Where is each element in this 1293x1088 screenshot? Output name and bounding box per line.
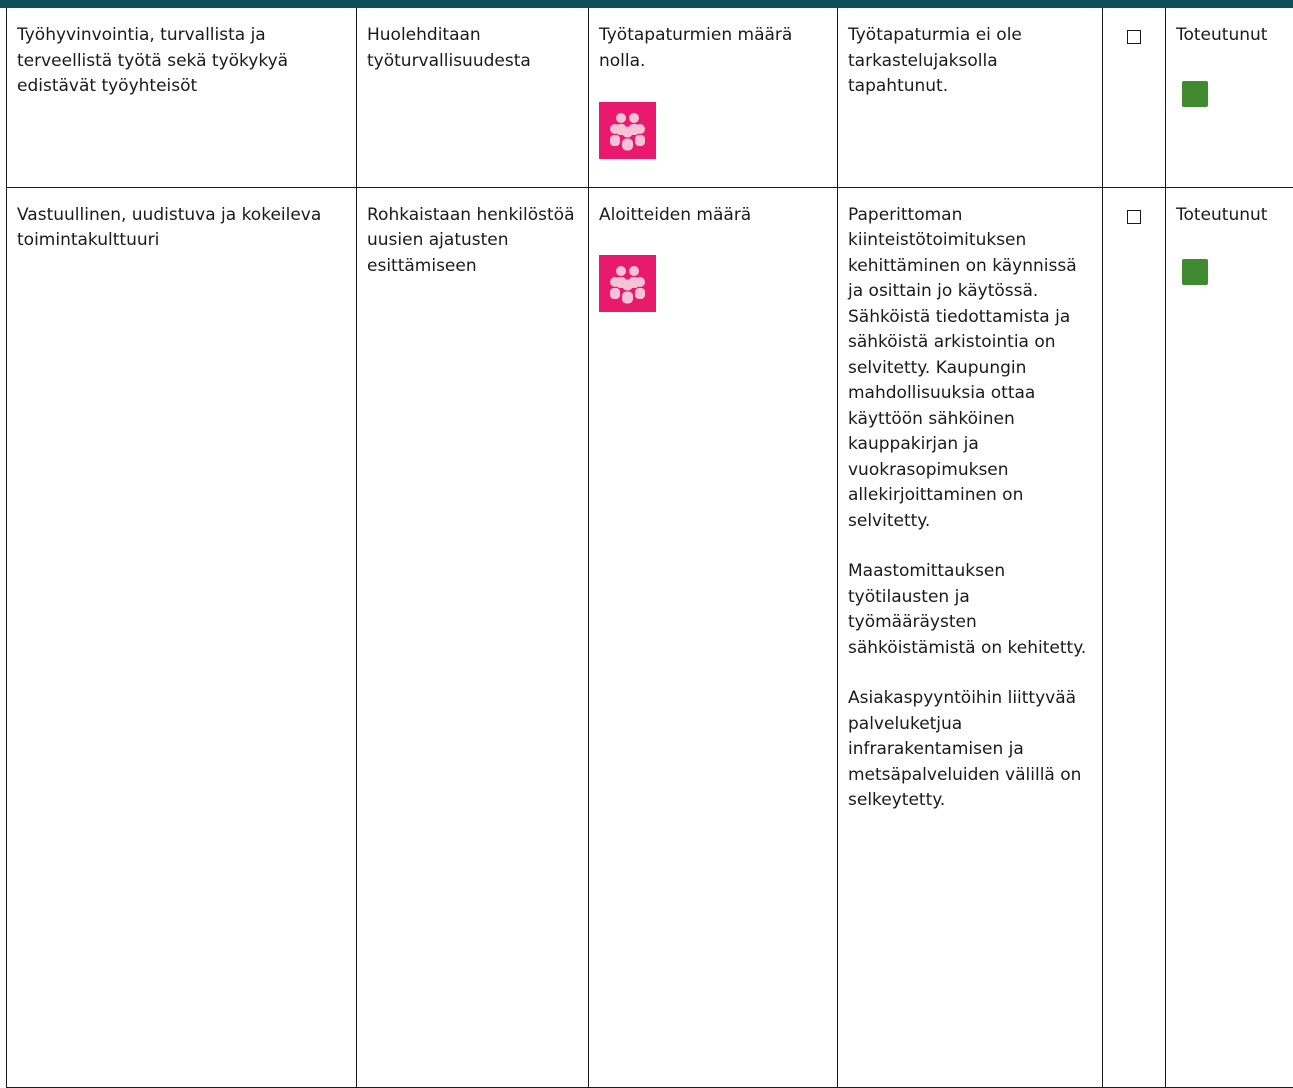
people-group-icon (599, 102, 656, 159)
status-label: Toteutunut (1176, 23, 1283, 49)
goals-table: Työhyvinvointia, turvallista ja terveell… (6, 8, 1293, 1088)
target-cell: Työtapaturmien määrä nolla. (589, 8, 838, 187)
status-label: Toteutunut (1176, 203, 1283, 229)
checkbox[interactable] (1127, 30, 1141, 44)
target-text: Työtapaturmien määrä nolla. (599, 23, 827, 74)
status-cell: Toteutunut (1166, 187, 1293, 1087)
outcome-paragraph: Asiakaspyyntöihin liittyvää palveluketju… (848, 686, 1092, 814)
table-row: Vastuullinen, uudistuva ja kokeileva toi… (7, 187, 1293, 1087)
action-cell: Huolehditaan työturvallisuudesta (357, 8, 589, 187)
goal-cell: Vastuullinen, uudistuva ja kokeileva toi… (7, 187, 357, 1087)
goal-text: Työhyvinvointia, turvallista ja terveell… (17, 23, 346, 100)
status-indicator (1182, 259, 1208, 285)
target-text: Aloitteiden määrä (599, 203, 827, 229)
table-header-bar (0, 0, 1293, 8)
outcome-paragraph: Työtapaturmia ei ole tarkastelujaksolla … (848, 23, 1092, 100)
checkbox[interactable] (1127, 210, 1141, 224)
outcome-paragraph: Paperittoman kiinteistötoimituksen kehit… (848, 203, 1092, 535)
action-cell: Rohkaistaan henkilöstöä uusien ajatusten… (357, 187, 589, 1087)
status-cell: Toteutunut (1166, 8, 1293, 187)
outcome-cell: Työtapaturmia ei ole tarkastelujaksolla … (838, 8, 1103, 187)
action-text: Huolehditaan työturvallisuudesta (367, 23, 578, 74)
goal-text: Vastuullinen, uudistuva ja kokeileva toi… (17, 203, 346, 254)
checkbox-cell (1103, 8, 1166, 187)
target-cell: Aloitteiden määrä (589, 187, 838, 1087)
status-indicator (1182, 81, 1208, 107)
outcome-paragraph: Maastomittauksen työtilausten ja työmäär… (848, 559, 1092, 661)
checkbox-cell (1103, 187, 1166, 1087)
outcome-cell: Paperittoman kiinteistötoimituksen kehit… (838, 187, 1103, 1087)
action-text: Rohkaistaan henkilöstöä uusien ajatusten… (367, 203, 578, 280)
people-group-icon (599, 255, 656, 312)
table-row: Työhyvinvointia, turvallista ja terveell… (7, 8, 1293, 187)
goal-cell: Työhyvinvointia, turvallista ja terveell… (7, 8, 357, 187)
